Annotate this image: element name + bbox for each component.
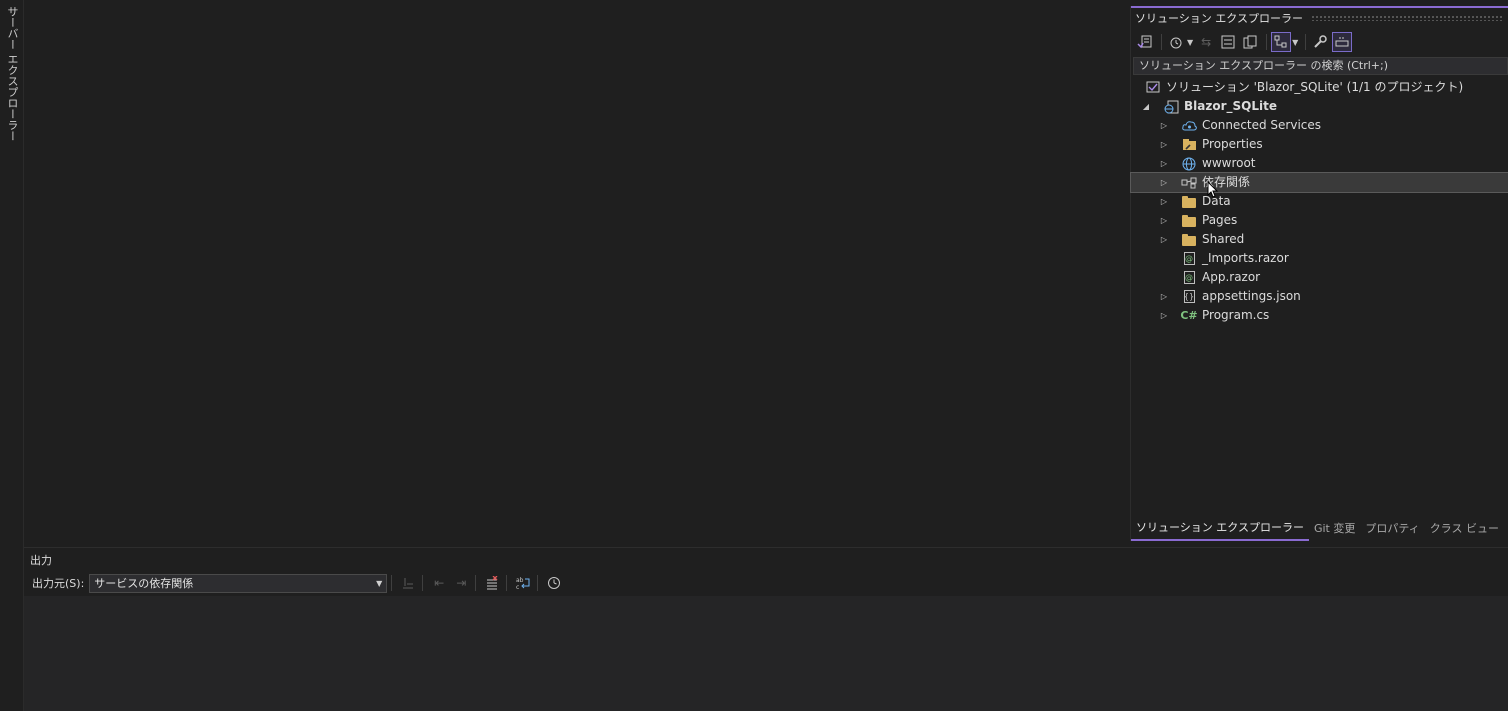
previous-message-icon[interactable]: ⇤: [429, 573, 449, 593]
tree-item[interactable]: ▷ Data: [1131, 192, 1508, 211]
solution-explorer-search-input[interactable]: ソリューション エクスプローラー の検索 (Ctrl+;): [1133, 57, 1508, 75]
tree-item-label: appsettings.json: [1202, 289, 1301, 303]
tab-properties[interactable]: プロパティ: [1360, 517, 1424, 541]
output-panel: 出力 出力元(S): サービスの依存関係 ▼ ⇤ ⇥ ab c: [24, 547, 1508, 711]
expand-arrow-icon[interactable]: ▷: [1159, 173, 1169, 192]
tree-item-label: wwwroot: [1202, 156, 1256, 170]
svg-text:ab: ab: [516, 577, 524, 584]
chevron-down-icon[interactable]: ▼: [1187, 38, 1193, 47]
solution-explorer-toolbar: ▼ ⇆ ▼: [1131, 30, 1508, 54]
tree-item-label: Shared: [1202, 232, 1245, 246]
go-to-line-icon[interactable]: [398, 573, 418, 593]
pending-changes-filter-icon[interactable]: [1166, 32, 1186, 52]
next-message-icon[interactable]: ⇥: [451, 573, 471, 593]
tree-item[interactable]: ▷ C# Program.cs: [1131, 306, 1508, 325]
tree-item-label: Pages: [1202, 213, 1238, 227]
collapse-arrow-icon[interactable]: ◢: [1141, 97, 1151, 116]
output-text-area[interactable]: [24, 596, 1508, 711]
output-source-value: サービスの依存関係: [94, 576, 194, 590]
tree-item-label: Connected Services: [1202, 118, 1322, 132]
word-wrap-icon[interactable]: ab c: [513, 573, 533, 593]
tree-view-toggle-icon[interactable]: [1271, 32, 1292, 52]
collapse-all-icon[interactable]: [1218, 32, 1238, 52]
tree-item[interactable]: ▷ wwwroot: [1131, 154, 1508, 173]
clock-icon[interactable]: [544, 573, 564, 593]
preview-selected-items-icon[interactable]: [1332, 32, 1353, 52]
dependencies-icon: [1181, 175, 1197, 190]
tree-item[interactable]: @ _Imports.razor: [1131, 249, 1508, 268]
expand-arrow-icon[interactable]: ▷: [1159, 287, 1169, 306]
tree-item[interactable]: ▷ 依存関係: [1130, 172, 1508, 193]
tree-item[interactable]: ▷ Properties: [1131, 135, 1508, 154]
razor-file-icon: @: [1181, 270, 1197, 285]
tree-item-label: Properties: [1202, 137, 1263, 151]
solution-explorer-titlebar[interactable]: ソリューション エクスプローラー: [1131, 8, 1508, 28]
tree-item-label: _Imports.razor: [1202, 251, 1289, 265]
svg-text:c: c: [516, 584, 519, 590]
razor-file-icon: @: [1181, 251, 1197, 266]
expand-arrow-icon[interactable]: ▷: [1159, 230, 1169, 249]
drag-grip[interactable]: [1310, 15, 1504, 21]
tree-item-label: ソリューション 'Blazor_SQLite' (1/1 のプロジェクト): [1166, 80, 1464, 94]
expand-arrow-icon[interactable]: ▷: [1159, 306, 1169, 325]
clear-all-icon[interactable]: [482, 573, 502, 593]
wrench-properties-icon[interactable]: [1310, 32, 1330, 52]
connected-services-icon: [1181, 118, 1197, 133]
output-source-label: 出力元(S):: [32, 577, 85, 590]
left-tool-strip: サーバー エクスプローラー: [0, 0, 24, 711]
tree-item[interactable]: ▷ Connected Services: [1131, 116, 1508, 135]
output-title: 出力: [30, 554, 52, 567]
globe-icon: [1181, 156, 1197, 171]
tree-item[interactable]: ▷ {} appsettings.json: [1131, 287, 1508, 306]
output-toolbar: 出力元(S): サービスの依存関係 ▼ ⇤ ⇥ ab c: [32, 572, 564, 594]
folder-icon: [1181, 232, 1197, 247]
solution-explorer-panel: ソリューション エクスプローラー ▼ ⇆ ▼ ソリューション エクスプローラー …: [1130, 6, 1508, 541]
tree-item[interactable]: @ App.razor: [1131, 268, 1508, 287]
tree-item-label: Blazor_SQLite: [1184, 99, 1277, 113]
tree-item-label: Program.cs: [1202, 308, 1270, 322]
chevron-down-icon[interactable]: ▼: [1292, 38, 1298, 47]
expand-arrow-icon[interactable]: ▷: [1159, 154, 1169, 173]
folder-icon: [1181, 194, 1197, 209]
tab-git-changes[interactable]: Git 変更: [1309, 517, 1360, 541]
web-project-icon: [1163, 99, 1179, 114]
tree-item[interactable]: ソリューション 'Blazor_SQLite' (1/1 のプロジェクト): [1131, 78, 1508, 97]
show-all-files-icon[interactable]: [1240, 32, 1260, 52]
server-explorer-tab[interactable]: サーバー エクスプローラー: [4, 6, 20, 142]
tab-class-view[interactable]: クラス ビュー: [1425, 517, 1504, 541]
json-file-icon: {}: [1181, 289, 1197, 304]
expand-arrow-icon[interactable]: ▷: [1159, 211, 1169, 230]
expand-arrow-icon[interactable]: ▷: [1159, 116, 1169, 135]
properties-icon: [1181, 137, 1197, 152]
tree-item-label: App.razor: [1202, 270, 1261, 284]
expand-arrow-icon[interactable]: ▷: [1159, 192, 1169, 211]
expand-arrow-icon[interactable]: ▷: [1159, 135, 1169, 154]
tab-solution-explorer[interactable]: ソリューション エクスプローラー: [1131, 517, 1309, 541]
chevron-down-icon: ▼: [376, 578, 383, 588]
switch-views-icon[interactable]: [1135, 32, 1155, 52]
solution-tree: ソリューション 'Blazor_SQLite' (1/1 のプロジェクト) ◢ Bl…: [1130, 78, 1508, 325]
folder-icon: [1181, 213, 1197, 228]
bottom-tab-strip: ソリューション エクスプローラー Git 変更 プロパティ クラス ビュー: [1131, 517, 1508, 541]
sync-with-document-icon[interactable]: ⇆: [1196, 32, 1216, 52]
solution-icon: [1145, 80, 1161, 95]
output-source-select[interactable]: サービスの依存関係 ▼: [89, 573, 388, 593]
tree-item[interactable]: ▷ Shared: [1131, 230, 1508, 249]
tree-item[interactable]: ▷ Pages: [1131, 211, 1508, 230]
tree-item[interactable]: ◢ Blazor_SQLite: [1131, 97, 1508, 116]
solution-explorer-title: ソリューション エクスプローラー: [1135, 12, 1303, 25]
csharp-file-icon: C#: [1180, 309, 1198, 322]
